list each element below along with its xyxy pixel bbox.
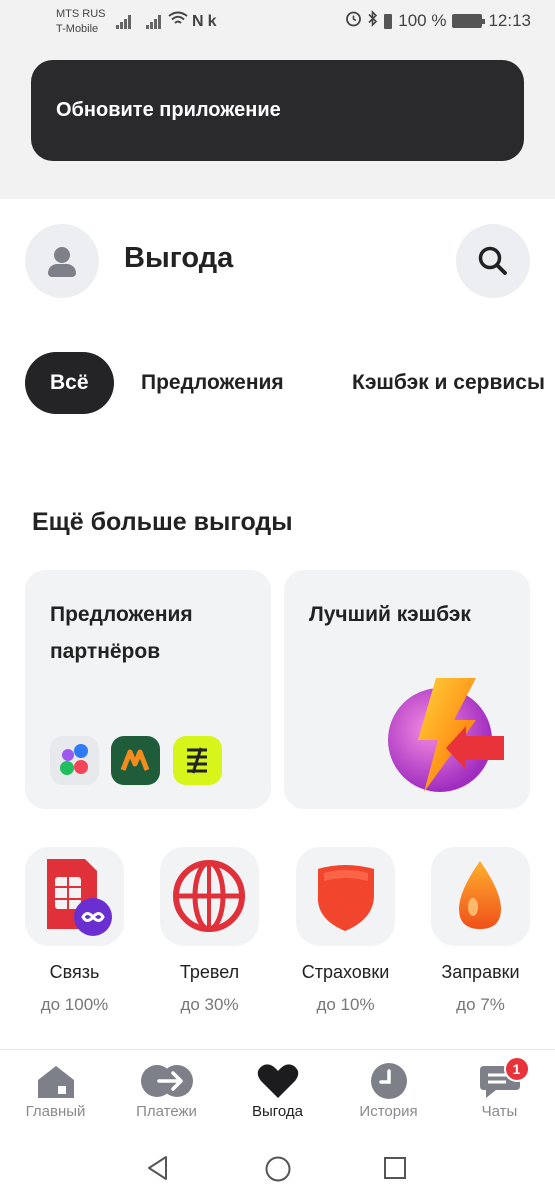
k-icon: k	[207, 12, 217, 30]
tab-offers[interactable]: Предложения	[141, 352, 284, 414]
section-title: Ещё больше выгоды	[32, 508, 293, 536]
page-title: Выгода	[124, 242, 234, 274]
category-insurance-tile	[296, 847, 395, 946]
recent-apps-icon[interactable]	[383, 1156, 407, 1180]
chats-badge: 1	[503, 1056, 530, 1082]
partner-dots-logo-icon	[50, 736, 99, 785]
nfc-icon: N	[192, 12, 204, 30]
category-gas-stations-label: Заправки	[441, 962, 520, 982]
sim-card-icon	[47, 859, 112, 936]
category-travel[interactable]: Тревел до 30%	[160, 847, 259, 1015]
category-insurance-sub: до 10%	[316, 995, 375, 1014]
battery-icon	[452, 14, 486, 28]
partner-m-logo-icon	[111, 736, 160, 785]
status-right: 100 % 12:13	[345, 10, 531, 32]
shield-icon	[317, 865, 374, 931]
clock-icon	[367, 1062, 411, 1100]
nav-benefits-label: Выгода	[251, 1103, 304, 1120]
partner-offers-title: Предложения партнёров	[50, 603, 193, 663]
tab-cashback-services[interactable]: Кэшбэк и сервисы	[352, 352, 545, 414]
category-insurance-label: Страховки	[301, 962, 390, 982]
nav-history[interactable]: История	[333, 1062, 444, 1120]
update-app-text: Обновите приложение	[56, 99, 281, 121]
carrier-2: T-Mobile	[56, 23, 99, 35]
search-button[interactable]	[456, 224, 530, 298]
partner-yellow-logo-icon	[173, 736, 222, 785]
category-connection[interactable]: Связь до 100%	[25, 847, 124, 1015]
lightning-coin-icon	[388, 678, 504, 792]
best-cashback-card[interactable]: Лучший кэшбэк	[284, 570, 530, 809]
nav-payments-label: Платежи	[136, 1103, 197, 1120]
payments-icon	[140, 1062, 193, 1100]
home-button-icon[interactable]	[264, 1155, 292, 1183]
top-band: Обновите приложение	[0, 44, 555, 199]
alarm-icon	[345, 10, 362, 32]
partner-offers-card[interactable]: Предложения партнёров	[25, 570, 271, 809]
nav-payments[interactable]: Платежи	[111, 1062, 222, 1120]
category-insurance[interactable]: Страховки до 10%	[296, 847, 395, 1015]
vibrate-battery-icon	[384, 13, 393, 29]
nav-history-label: История	[359, 1103, 418, 1120]
update-app-banner[interactable]: Обновите приложение	[31, 60, 524, 161]
nav-chats[interactable]: 1 Чаты	[444, 1056, 555, 1120]
system-navigation-bar	[0, 1131, 555, 1200]
home-icon	[34, 1062, 78, 1100]
wifi-icon	[168, 11, 188, 32]
carrier-1: MTS RUS	[56, 8, 106, 20]
back-icon[interactable]	[146, 1155, 170, 1181]
profile-avatar[interactable]	[25, 224, 99, 298]
nav-home-label: Главный	[25, 1103, 86, 1120]
category-connection-label: Связь	[49, 962, 100, 982]
heart-icon	[256, 1062, 300, 1100]
category-travel-sub: до 30%	[180, 995, 239, 1014]
category-connection-sub: до 100%	[40, 995, 109, 1014]
signal-1-icon	[116, 13, 132, 29]
category-gas-stations-sub: до 7%	[456, 995, 505, 1014]
status-icons: N k	[168, 11, 216, 32]
carrier-info: MTS RUS T-Mobile	[56, 7, 106, 37]
category-travel-tile	[160, 847, 259, 946]
search-icon	[478, 246, 507, 275]
category-gas-stations-tile	[431, 847, 530, 946]
globe-icon	[173, 860, 245, 932]
fuel-drop-icon	[459, 861, 501, 929]
category-gas-stations[interactable]: Заправки до 7%	[431, 847, 530, 1015]
bluetooth-icon	[368, 10, 378, 32]
best-cashback-title: Лучший кэшбэк	[309, 603, 471, 626]
battery-percent: 100 %	[398, 11, 447, 30]
nav-home[interactable]: Главный	[0, 1062, 111, 1120]
user-icon	[54, 247, 70, 263]
category-connection-tile	[25, 847, 124, 946]
nav-chats-label: Чаты	[481, 1103, 518, 1120]
status-bar: MTS RUS T-Mobile N k 100 % 12:13	[0, 0, 555, 44]
nav-benefits[interactable]: Выгода	[222, 1062, 333, 1120]
clock-time: 12:13	[488, 11, 531, 30]
category-travel-label: Тревел	[179, 962, 240, 982]
user-icon-body	[48, 264, 76, 277]
chat-icon: 1	[478, 1056, 530, 1100]
signal-2-icon	[146, 13, 162, 29]
bottom-navigation: Главный Платежи Выгода История 1 Чаты	[0, 1049, 555, 1131]
tab-all[interactable]: Всё	[25, 352, 114, 414]
